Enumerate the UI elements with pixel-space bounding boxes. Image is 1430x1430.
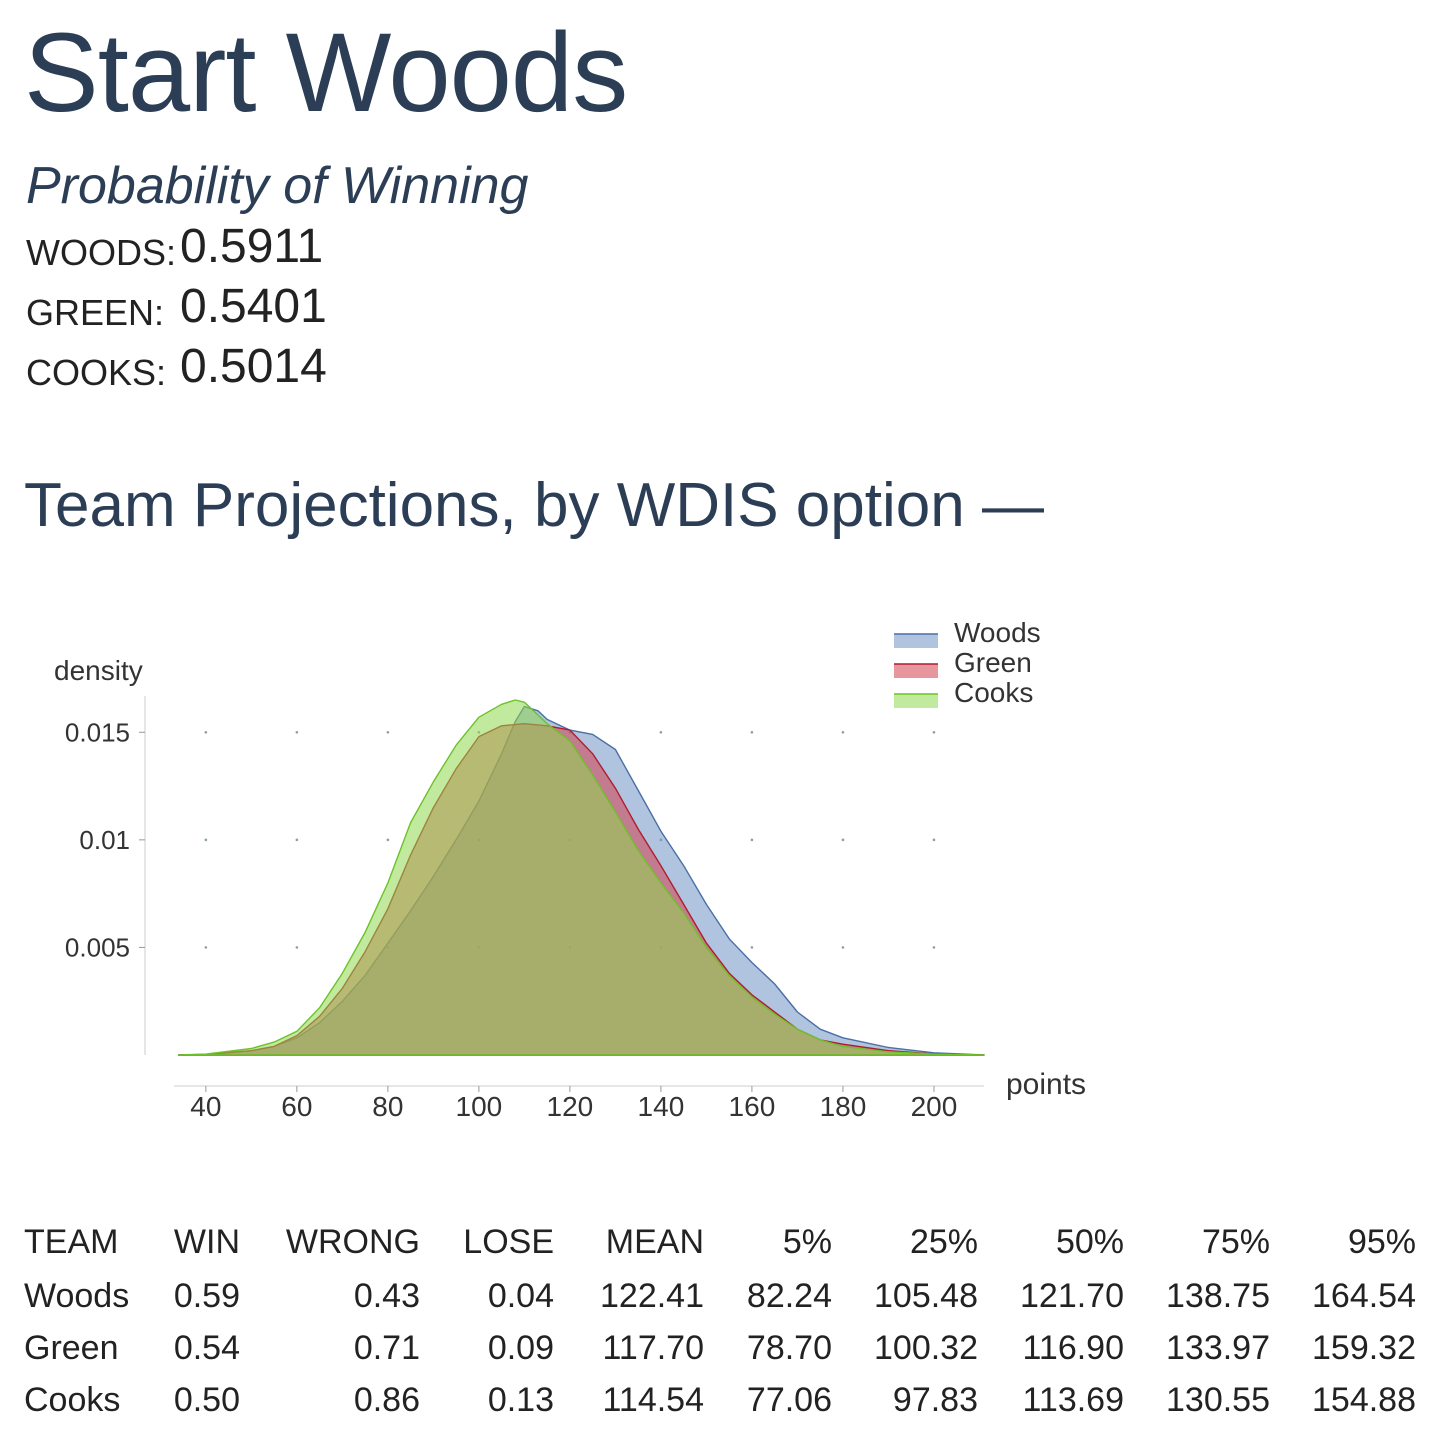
table-cell: 113.69: [1022, 1380, 1124, 1419]
table-cell: 0.50: [173, 1380, 240, 1419]
legend-label: Woods: [954, 617, 1041, 648]
probability-value: 0.5401: [180, 280, 327, 333]
table-cell: Green: [24, 1328, 119, 1367]
table-cell: 105.48: [874, 1276, 978, 1315]
y-tick-label: 0.015: [65, 717, 130, 747]
table-cell: 116.90: [1022, 1328, 1124, 1367]
probability-label: Woods:: [26, 232, 176, 273]
table-cell: 154.88: [1312, 1380, 1416, 1419]
grid-dot: [750, 946, 754, 949]
table-cell: 0.71: [353, 1328, 420, 1367]
table-header-row: TEAM WIN WRONG LOSE MEAN 5% 25% 50% 75% …: [24, 1214, 1416, 1270]
x-tick-label: 60: [281, 1091, 312, 1122]
probability-label: Cooks:: [26, 352, 167, 393]
probability-subtitle: Probability of Winning: [26, 157, 529, 215]
table-cell: 0.13: [487, 1380, 554, 1419]
x-tick-label: 180: [820, 1091, 867, 1122]
x-tick-label: 80: [372, 1091, 403, 1122]
x-tick-label: 200: [911, 1091, 958, 1122]
grid-dot: [295, 946, 299, 949]
probability-row-woods: Woods: 0.5911: [26, 214, 426, 274]
column-header: 95%: [1347, 1222, 1416, 1261]
table-cell: Woods: [24, 1276, 130, 1315]
column-header: 25%: [909, 1222, 978, 1261]
y-tick-label: 0.01: [79, 825, 130, 855]
table-cell: 0.86: [353, 1380, 420, 1419]
column-header: 75%: [1201, 1222, 1270, 1261]
table-cell: 100.32: [874, 1328, 978, 1367]
probability-value: 0.5014: [180, 340, 327, 393]
grid-dot: [841, 946, 845, 949]
y-axis-label: density: [54, 655, 143, 686]
grid-dot: [932, 730, 936, 734]
table-cell: 164.54: [1312, 1276, 1416, 1315]
grid-dot: [750, 730, 754, 734]
density-chart: 0.005 0.01 0.015 density 40 60 80 100 120 140 160 1…: [54, 617, 1086, 1122]
table-cell: 138.75: [1166, 1276, 1270, 1315]
legend-swatch: [894, 634, 938, 648]
x-axis-label: points: [1006, 1068, 1086, 1101]
grid-dot: [841, 838, 845, 842]
section-title: Team Projections, by WDIS option —: [24, 471, 1044, 540]
grid-dot: [659, 730, 663, 734]
probability-label: Green:: [26, 292, 165, 333]
column-header: LOSE: [463, 1222, 554, 1261]
grid-dot: [295, 730, 299, 734]
table-cell: 78.70: [746, 1328, 832, 1367]
grid-dot: [932, 838, 936, 842]
table-cell: 0.04: [487, 1276, 554, 1315]
table-row: Woods 0.59 0.43 0.04 122.41 82.24 105.48…: [24, 1270, 1416, 1322]
x-tick-label: 120: [547, 1091, 594, 1122]
table-cell: 121.70: [1020, 1276, 1124, 1315]
column-header: 5%: [782, 1222, 832, 1261]
grid-dot: [386, 730, 390, 734]
table-cell: 133.97: [1166, 1328, 1270, 1367]
column-header: WIN: [173, 1222, 240, 1261]
grid-dot: [750, 838, 754, 842]
table-cell: 114.54: [602, 1380, 704, 1419]
table-cell: 0.43: [353, 1276, 420, 1315]
projection-table: TEAM WIN WRONG LOSE MEAN 5% 25% 50% 75% …: [24, 1214, 1416, 1426]
table-row: Cooks 0.50 0.86 0.13 114.54 77.06 97.83 …: [24, 1374, 1416, 1426]
table-cell: 0.09: [487, 1328, 554, 1367]
legend-swatch: [894, 664, 938, 678]
x-tick-label: 100: [456, 1091, 503, 1122]
grid-dot: [841, 730, 845, 734]
table-cell: 159.32: [1312, 1328, 1416, 1367]
table-cell: 122.41: [600, 1276, 704, 1315]
table-cell: 117.70: [602, 1328, 704, 1367]
table-cell: 77.06: [746, 1380, 832, 1419]
probability-row-cooks: Cooks: 0.5014: [26, 334, 426, 394]
legend-label: Cooks: [954, 677, 1033, 708]
x-tick-label: 40: [190, 1091, 221, 1122]
x-tick-label: 160: [729, 1091, 776, 1122]
column-header: 50%: [1055, 1222, 1124, 1261]
grid-dot: [295, 838, 299, 842]
probability-row-green: Green: 0.5401: [26, 274, 426, 334]
table-cell: 82.24: [746, 1276, 832, 1315]
y-tick-label: 0.005: [65, 932, 130, 962]
table-cell: Cooks: [24, 1380, 121, 1419]
x-tick-label: 140: [638, 1091, 685, 1122]
table-cell: 97.83: [892, 1380, 978, 1419]
column-header: MEAN: [605, 1222, 704, 1261]
table-cell: 130.55: [1166, 1380, 1270, 1419]
legend-swatch: [894, 694, 938, 708]
grid-dot: [386, 838, 390, 842]
grid-dot: [204, 838, 208, 842]
column-header: WRONG: [285, 1222, 420, 1261]
probability-value: 0.5911: [180, 220, 324, 273]
legend-label: Green: [954, 647, 1032, 678]
page-title: Start Woods: [24, 10, 628, 135]
table-row: Green 0.54 0.71 0.09 117.70 78.70 100.32…: [24, 1322, 1416, 1374]
table-cell: 0.54: [173, 1328, 240, 1367]
column-header: TEAM: [24, 1222, 119, 1261]
grid-dot: [204, 730, 208, 734]
table-cell: 0.59: [173, 1276, 240, 1315]
grid-dot: [204, 946, 208, 949]
grid-dot: [932, 946, 936, 949]
